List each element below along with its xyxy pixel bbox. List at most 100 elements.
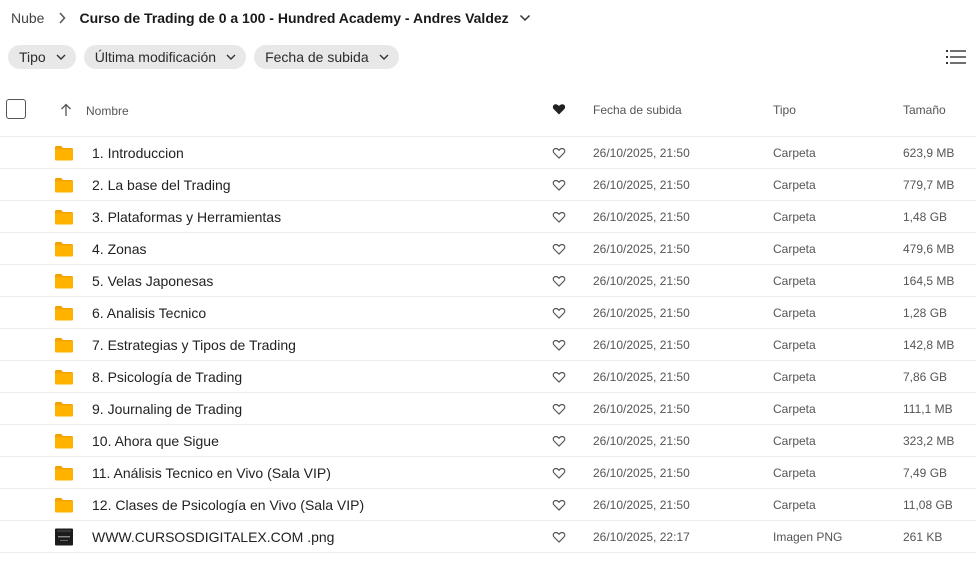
chevron-down-icon (379, 54, 389, 60)
column-header-upload-date[interactable]: Fecha de subida (593, 103, 682, 117)
row-name[interactable]: 1. Introduccion (92, 145, 184, 161)
row-name[interactable]: 6. Analisis Tecnico (92, 305, 206, 321)
heart-outline-icon[interactable] (552, 434, 566, 448)
select-all-checkbox[interactable] (6, 99, 26, 119)
filter-upload-date[interactable]: Fecha de subida (254, 45, 399, 69)
table-row[interactable]: 2. La base del Trading 26/10/2025, 21:50 C… (0, 169, 976, 201)
column-header-type[interactable]: Tipo (773, 103, 796, 117)
folder-icon (54, 432, 74, 450)
table-row[interactable]: 9. Journaling de Trading 26/10/2025, 21:5… (0, 393, 976, 425)
row-size: 623,9 MB (903, 146, 955, 160)
folder-icon (54, 272, 74, 290)
sort-ascending-icon[interactable] (60, 103, 72, 117)
row-upload-date: 26/10/2025, 21:50 (593, 402, 690, 416)
column-header-size[interactable]: Tamaño (903, 103, 946, 117)
heart-outline-icon[interactable] (552, 242, 566, 256)
row-name[interactable]: 12. Clases de Psicología en Vivo (Sala V… (92, 497, 364, 513)
row-size: 111,1 MB (903, 402, 953, 416)
chevron-right-icon (58, 12, 66, 24)
row-size: 261 KB (903, 530, 943, 544)
filter-upload-date-label: Fecha de subida (265, 49, 369, 65)
row-upload-date: 26/10/2025, 21:50 (593, 466, 690, 480)
row-type: Carpeta (773, 306, 816, 320)
row-name[interactable]: 2. La base del Trading (92, 177, 231, 193)
file-table: Nombre Fecha de subida Tipo Tamaño 1. In… (0, 88, 976, 553)
row-size: 323,2 MB (903, 434, 955, 448)
row-name[interactable]: 8. Psicología de Trading (92, 369, 242, 385)
table-row[interactable]: 6. Analisis Tecnico 26/10/2025, 21:50 Carp… (0, 297, 976, 329)
row-type: Carpeta (773, 370, 816, 384)
row-type: Carpeta (773, 242, 816, 256)
filter-type[interactable]: Tipo (8, 45, 76, 69)
folder-icon (54, 304, 74, 322)
row-size: 779,7 MB (903, 178, 955, 192)
heart-outline-icon[interactable] (552, 146, 566, 160)
row-type: Carpeta (773, 402, 816, 416)
row-name[interactable]: 11. Análisis Tecnico en Vivo (Sala VIP) (92, 465, 331, 481)
heart-outline-icon[interactable] (552, 498, 566, 512)
folder-icon (54, 208, 74, 226)
row-name[interactable]: 10. Ahora que Sigue (92, 433, 219, 449)
row-size: 1,48 GB (903, 210, 948, 224)
row-name[interactable]: 5. Velas Japonesas (92, 273, 213, 289)
chevron-down-icon[interactable] (519, 14, 531, 22)
table-header: Nombre Fecha de subida Tipo Tamaño (0, 88, 976, 137)
row-name[interactable]: WWW.CURSOSDIGITALEX.COM .png (92, 529, 334, 545)
row-upload-date: 26/10/2025, 21:50 (593, 178, 690, 192)
breadcrumb-current-folder[interactable]: Curso de Trading de 0 a 100 - Hundred Ac… (79, 10, 508, 26)
folder-icon (54, 400, 74, 418)
row-size: 1,28 GB (903, 306, 948, 320)
list-view-icon[interactable] (946, 47, 966, 67)
breadcrumb-root[interactable]: Nube (11, 10, 44, 26)
table-row[interactable]: 5. Velas Japonesas 26/10/2025, 21:50 Carpe… (0, 265, 976, 297)
folder-icon (54, 240, 74, 258)
column-header-name[interactable]: Nombre (86, 104, 129, 118)
table-row[interactable]: WWW.CURSOSDIGITALEX.COM .png 26/10/2025, … (0, 521, 976, 553)
folder-icon (54, 144, 74, 162)
row-upload-date: 26/10/2025, 21:50 (593, 274, 690, 288)
row-upload-date: 26/10/2025, 21:50 (593, 498, 690, 512)
heart-outline-icon[interactable] (552, 210, 566, 224)
row-name[interactable]: 3. Plataformas y Herramientas (92, 209, 281, 225)
heart-filled-icon[interactable] (552, 102, 566, 116)
heart-outline-icon[interactable] (552, 306, 566, 320)
folder-icon (54, 336, 74, 354)
row-size: 11,08 GB (903, 498, 953, 512)
folder-icon (54, 496, 74, 514)
table-row[interactable]: 4. Zonas 26/10/2025, 21:50 Carpeta 479,6 MB (0, 233, 976, 265)
table-row[interactable]: 7. Estrategias y Tipos de Trading 26/10/2… (0, 329, 976, 361)
row-type: Carpeta (773, 210, 816, 224)
heart-outline-icon[interactable] (552, 466, 566, 480)
table-row[interactable]: 10. Ahora que Sigue 26/10/2025, 21:50 Carp… (0, 425, 976, 457)
folder-icon (54, 176, 74, 194)
row-upload-date: 26/10/2025, 22:17 (593, 530, 690, 544)
row-type: Imagen PNG (773, 530, 843, 544)
row-name[interactable]: 7. Estrategias y Tipos de Trading (92, 337, 296, 353)
table-row[interactable]: 11. Análisis Tecnico en Vivo (Sala VIP) 2… (0, 457, 976, 489)
heart-outline-icon[interactable] (552, 402, 566, 416)
table-row[interactable]: 12. Clases de Psicología en Vivo (Sala V… (0, 489, 976, 521)
folder-icon (54, 368, 74, 386)
filter-last-modified-label: Última modificación (94, 49, 217, 65)
row-size: 479,6 MB (903, 242, 955, 256)
heart-outline-icon[interactable] (552, 338, 566, 352)
table-row[interactable]: 3. Plataformas y Herramientas 26/10/2025,… (0, 201, 976, 233)
filter-type-label: Tipo (19, 49, 46, 65)
row-type: Carpeta (773, 274, 816, 288)
heart-outline-icon[interactable] (552, 178, 566, 192)
row-name[interactable]: 9. Journaling de Trading (92, 401, 242, 417)
file-list: 1. Introduccion 26/10/2025, 21:50 Carpeta 6… (0, 137, 976, 553)
heart-outline-icon[interactable] (552, 370, 566, 384)
filter-last-modified[interactable]: Última modificación (83, 45, 247, 69)
row-type: Carpeta (773, 466, 816, 480)
heart-outline-icon[interactable] (552, 530, 566, 544)
chevron-down-icon (226, 54, 236, 60)
row-upload-date: 26/10/2025, 21:50 (593, 434, 690, 448)
table-row[interactable]: 8. Psicología de Trading 26/10/2025, 21:5… (0, 361, 976, 393)
folder-icon (54, 464, 74, 482)
row-name[interactable]: 4. Zonas (92, 241, 146, 257)
heart-outline-icon[interactable] (552, 274, 566, 288)
table-row[interactable]: 1. Introduccion 26/10/2025, 21:50 Carpeta 6… (0, 137, 976, 169)
filter-bar: Tipo Última modificación Fecha de subida (8, 45, 399, 69)
row-type: Carpeta (773, 498, 816, 512)
